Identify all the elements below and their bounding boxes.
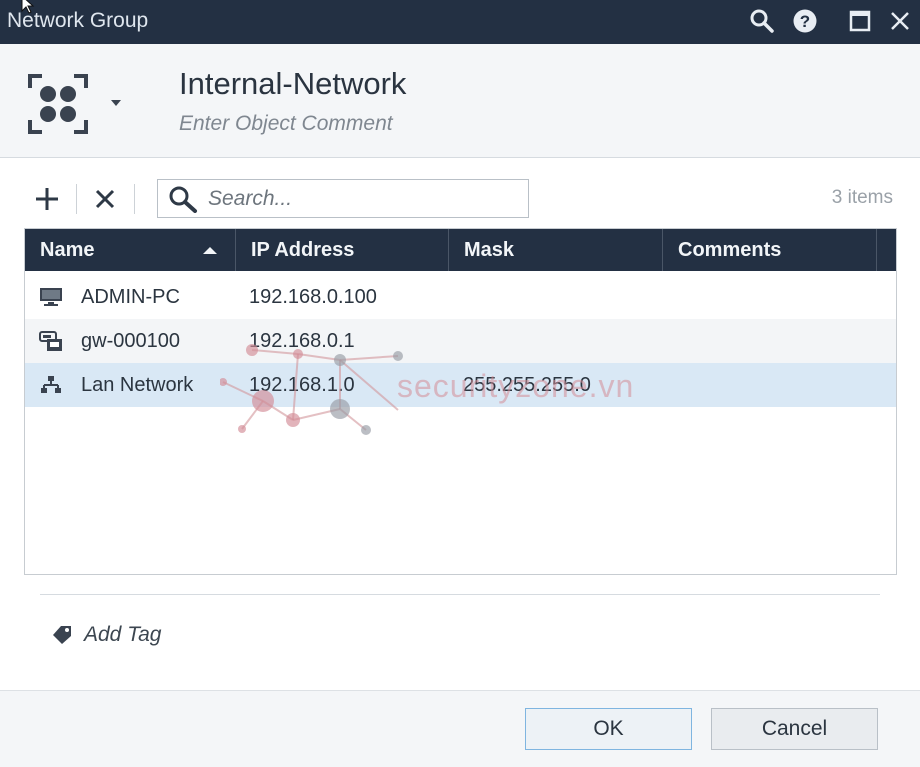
close-button[interactable]: [885, 6, 915, 36]
magnifier-icon: [750, 9, 774, 33]
remove-member-button[interactable]: [88, 182, 122, 216]
object-name[interactable]: Internal-Network: [179, 66, 406, 102]
add-member-button[interactable]: [30, 182, 64, 216]
gateway-icon: [39, 331, 62, 351]
plus-icon: [36, 188, 58, 210]
row-ip-address: 192.168.1.0: [249, 374, 355, 396]
table-row[interactable]: Lan Network 192.168.1.0 255.255.255.0: [25, 363, 896, 407]
computer-icon: [40, 288, 62, 306]
ok-button[interactable]: OK: [525, 708, 692, 750]
object-comment-field[interactable]: Enter Object Comment: [179, 112, 393, 136]
title-bar: Network Group ?: [0, 0, 920, 44]
item-count: 3 items: [831, 187, 893, 208]
tag-icon: [53, 626, 71, 644]
object-header: Internal-Network Enter Object Comment: [0, 44, 920, 158]
column-header-comments[interactable]: Comments: [663, 229, 877, 271]
network-group-icon[interactable]: [28, 74, 88, 134]
table-header: Name IP Address Mask Comments: [25, 229, 896, 271]
close-icon: [891, 12, 909, 30]
table-row[interactable]: gw-000100 192.168.0.1: [25, 319, 896, 363]
search-box[interactable]: [157, 179, 529, 218]
row-name: gw-000100: [81, 330, 180, 352]
dialog-footer: OK Cancel: [0, 690, 920, 767]
help-icon: ?: [793, 9, 817, 33]
row-ip-address: 192.168.0.100: [249, 286, 377, 308]
row-ip-address: 192.168.0.1: [249, 330, 355, 352]
mouse-cursor-icon: [21, 0, 35, 14]
sort-ascending-icon: [203, 247, 217, 254]
search-input[interactable]: [208, 184, 518, 213]
maximize-button[interactable]: [845, 6, 875, 36]
help-button[interactable]: ?: [790, 6, 820, 36]
column-header-name[interactable]: Name: [25, 229, 236, 271]
toolbar-separator: [76, 184, 77, 214]
toolbar-separator: [134, 184, 135, 214]
network-icon: [41, 376, 61, 393]
search-icon: [169, 186, 197, 213]
add-tag-label: Add Tag: [84, 623, 162, 646]
chevron-down-icon[interactable]: [110, 99, 122, 107]
add-tag-button[interactable]: Add Tag: [52, 620, 161, 650]
row-name: ADMIN-PC: [81, 286, 180, 308]
cancel-button[interactable]: Cancel: [711, 708, 878, 750]
maximize-icon: [849, 10, 871, 32]
row-mask: 255.255.255.0: [463, 374, 591, 396]
section-divider: [40, 594, 880, 595]
table-row[interactable]: ADMIN-PC 192.168.0.100: [25, 275, 896, 319]
row-name: Lan Network: [81, 374, 194, 396]
search-window-button[interactable]: [747, 6, 777, 36]
column-header-ip-address[interactable]: IP Address: [236, 229, 449, 271]
column-header-mask[interactable]: Mask: [449, 229, 663, 271]
members-toolbar: 3 items: [0, 170, 920, 226]
close-icon: [95, 189, 115, 209]
svg-text:?: ?: [800, 12, 810, 31]
members-table: Name IP Address Mask Comments ADMIN-PC 1…: [24, 228, 897, 575]
